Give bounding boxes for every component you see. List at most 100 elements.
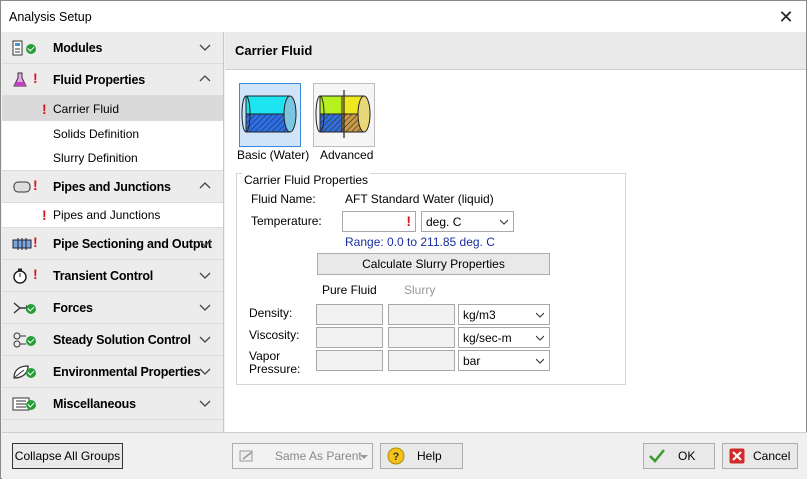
page-title: Carrier Fluid	[225, 32, 806, 70]
chevron-up-icon[interactable]	[199, 180, 211, 192]
basic-water-label: Basic (Water)	[237, 148, 310, 162]
vapor-pressure-slurry-field[interactable]	[388, 350, 455, 371]
vapor-pressure-label: Vapor Pressure:	[249, 350, 300, 376]
flask-icon	[13, 72, 27, 87]
warning-icon: !	[33, 70, 38, 86]
basic-water-button[interactable]	[239, 83, 301, 147]
footer-bar: Collapse All Groups Same As Parent ? Hel…	[2, 432, 807, 479]
temperature-range: Range: 0.0 to 211.85 deg. C	[345, 235, 495, 249]
window-title: Analysis Setup	[9, 9, 92, 24]
sidebar: Modules ! Fluid Properties ! Carrier Flu…	[2, 32, 224, 432]
group-label: Transient Control	[53, 268, 154, 283]
density-slurry-field[interactable]	[388, 304, 455, 325]
sidebar-item-label: Pipes and Junctions	[53, 208, 161, 222]
density-unit: kg/m3	[463, 308, 496, 322]
chevron-up-icon[interactable]	[199, 73, 211, 85]
pipe-icon	[13, 181, 31, 193]
viscosity-slurry-field[interactable]	[388, 327, 455, 348]
sidebar-item-pipes-and-junctions[interactable]: ! Pipes and Junctions	[2, 203, 223, 228]
sidebar-item-label: Solids Definition	[53, 126, 140, 141]
sidebar-item-carrier-fluid[interactable]: ! Carrier Fluid	[2, 96, 223, 121]
close-icon[interactable]: ✕	[772, 6, 800, 28]
cancel-icon	[729, 448, 745, 464]
chevron-down-icon[interactable]	[199, 365, 211, 377]
analysis-setup-window: Analysis Setup ✕ Modules ! Fluid Propert…	[0, 0, 807, 479]
chevron-down-icon[interactable]	[199, 269, 211, 281]
advanced-button[interactable]	[313, 83, 375, 147]
ok-label: OK	[678, 449, 696, 463]
chevron-down-icon	[536, 358, 544, 364]
group-pipes-and-junctions[interactable]: ! Pipes and Junctions	[2, 171, 223, 203]
advanced-pipe-icon	[315, 90, 371, 138]
ok-check-icon	[26, 336, 36, 346]
sidebar-item-label: Slurry Definition	[53, 151, 138, 165]
group-steady-solution-control[interactable]: Steady Solution Control	[2, 324, 223, 356]
main-panel: Carrier Fluid Basic (Water) Advanced Car…	[225, 32, 806, 432]
temperature-input[interactable]: !	[342, 211, 416, 232]
density-unit-select[interactable]: kg/m3	[458, 304, 550, 325]
fluid-name-label: Fluid Name:	[251, 192, 316, 206]
density-pure-field[interactable]	[316, 304, 383, 325]
slurry-header: Slurry	[404, 283, 436, 297]
vapor-pressure-unit: bar	[463, 354, 481, 368]
chevron-down-icon	[536, 335, 544, 341]
cancel-button[interactable]: Cancel	[722, 443, 798, 469]
chevron-down-icon[interactable]	[199, 333, 211, 345]
density-label: Density:	[249, 306, 293, 320]
group-pipe-sectioning[interactable]: ! Pipe Sectioning and Output	[2, 228, 223, 260]
checkmark-icon	[649, 449, 665, 463]
group-label: Pipe Sectioning and Output	[53, 236, 212, 251]
group-label: Pipes and Junctions	[53, 179, 171, 194]
group-miscellaneous[interactable]: Miscellaneous	[2, 388, 223, 420]
vapor-pressure-unit-select[interactable]: bar	[458, 350, 550, 371]
title-bar: Analysis Setup ✕	[1, 1, 806, 32]
group-label: Steady Solution Control	[53, 332, 191, 347]
pipe-sectioning-icon	[12, 238, 32, 250]
viscosity-unit: kg/sec-m	[463, 331, 512, 345]
temperature-unit-select[interactable]: deg. C	[421, 211, 514, 232]
viscosity-unit-select[interactable]: kg/sec-m	[458, 327, 550, 348]
ok-button[interactable]: OK	[643, 443, 715, 469]
warning-icon: !	[33, 266, 38, 282]
vapor-label-line2: Pressure:	[249, 362, 301, 376]
sidebar-item-solids-definition[interactable]: Solids Definition	[2, 121, 223, 146]
help-button[interactable]: ? Help	[380, 443, 463, 469]
group-fluid-properties[interactable]: ! Fluid Properties	[2, 64, 223, 96]
ok-check-icon	[26, 44, 36, 54]
group-label: Miscellaneous	[53, 396, 136, 411]
chevron-down-icon	[500, 219, 508, 225]
group-label: Fluid Properties	[53, 72, 145, 87]
viscosity-pure-field[interactable]	[316, 327, 383, 348]
group-forces[interactable]: Forces	[2, 292, 223, 324]
collapse-all-groups-button[interactable]: Collapse All Groups	[12, 443, 123, 469]
group-environmental-properties[interactable]: Environmental Properties	[2, 356, 223, 388]
pure-fluid-header: Pure Fluid	[322, 283, 377, 297]
group-label: Environmental Properties	[53, 364, 201, 379]
chevron-down-icon[interactable]	[199, 301, 211, 313]
chevron-down-icon[interactable]	[199, 41, 211, 53]
warning-icon: !	[42, 207, 47, 223]
warning-icon: !	[33, 177, 38, 193]
warning-icon: !	[42, 100, 47, 117]
same-as-parent-button[interactable]: Same As Parent	[232, 443, 373, 469]
stopwatch-icon	[13, 268, 27, 284]
chevron-down-icon[interactable]	[199, 237, 211, 249]
ok-check-icon	[26, 304, 36, 314]
chevron-down-icon	[536, 312, 544, 318]
sidebar-item-label: Carrier Fluid	[53, 101, 120, 116]
group-legend: Carrier Fluid Properties	[242, 173, 371, 187]
ok-check-icon	[26, 400, 36, 410]
same-as-parent-label: Same As Parent	[275, 449, 362, 463]
group-label: Modules	[53, 40, 103, 55]
sidebar-item-slurry-definition[interactable]: Slurry Definition	[2, 146, 223, 171]
calculate-slurry-button[interactable]: Calculate Slurry Properties	[317, 253, 550, 275]
group-transient-control[interactable]: ! Transient Control	[2, 260, 223, 292]
group-modules[interactable]: Modules	[2, 32, 223, 64]
chevron-down-icon[interactable]	[199, 397, 211, 409]
temperature-label: Temperature:	[251, 214, 322, 228]
help-label: Help	[417, 449, 442, 463]
warning-icon: !	[406, 213, 411, 229]
edit-icon	[239, 450, 253, 462]
vapor-pressure-pure-field[interactable]	[316, 350, 383, 371]
help-icon: ?	[387, 447, 405, 465]
